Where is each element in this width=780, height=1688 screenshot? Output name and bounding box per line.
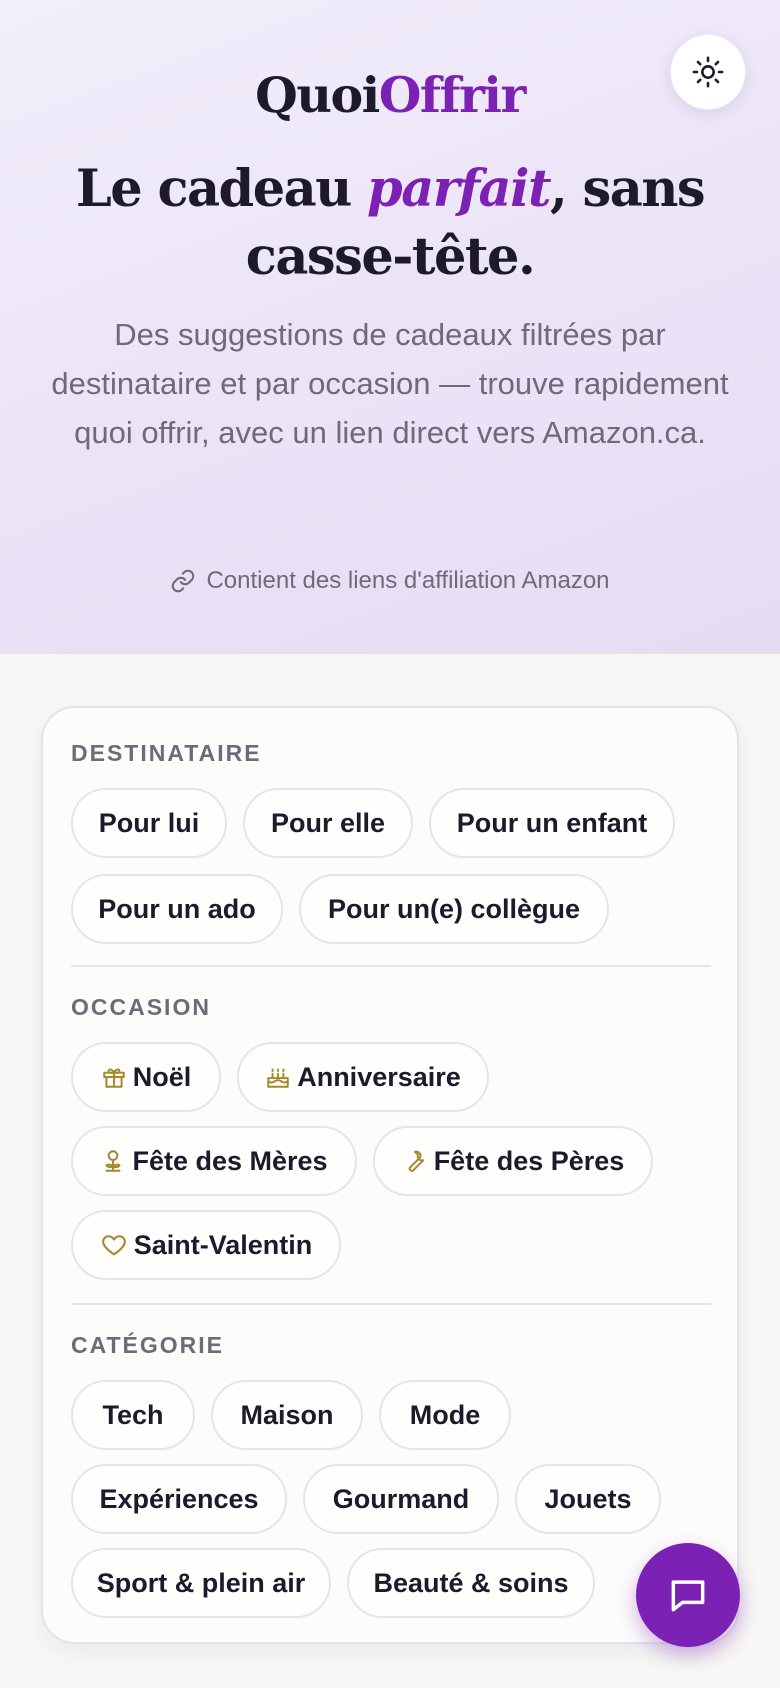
theme-toggle-button[interactable] [670,34,746,110]
chip-occasion-mothers-day[interactable]: Fête des Mères [71,1126,357,1196]
headline-before: Le cadeau [75,159,368,219]
chip-label: Noël [132,1061,192,1092]
chip-recipient-teen[interactable]: Pour un ado [71,874,283,944]
chip-recipient-child[interactable]: Pour un enfant [429,788,675,858]
occasion-section-label: OCCASION [71,994,211,1020]
hero-subtitle: Des suggestions de cadeaux filtrées par … [51,317,729,450]
chip-label: Anniversaire [297,1061,461,1092]
wrench-icon [408,1150,425,1172]
filters-card: DESTINATAIRE Pour lui Pour elle Pour un … [41,706,739,1644]
hero-headline: Le cadeau parfait, sans casse-tête. [40,155,740,291]
chip-recipient-him[interactable]: Pour lui [71,788,227,858]
section-divider [71,965,711,967]
chip-recipient-her[interactable]: Pour elle [243,788,413,858]
chip-occasion-valentines[interactable]: Saint-Valentin [71,1210,341,1280]
chip-recipient-colleague[interactable]: Pour un(e) collègue [299,874,609,944]
chip-label: Fête des Mères [132,1145,328,1176]
heart-icon [101,1235,126,1256]
chip-category-sport-outdoor[interactable]: Sport & plein air [71,1548,331,1618]
affiliate-note: Contient des liens d'affiliation Amazon [206,567,610,594]
hero-section: QuoiOffrir Le cadeau parfait, sans casse… [0,0,780,654]
chip-occasion-birthday[interactable]: Anniversaire [237,1042,489,1112]
flower-icon [105,1150,122,1172]
chip-label: Saint-Valentin [133,1229,313,1260]
chip-category-home[interactable]: Maison [211,1380,363,1450]
chat-button[interactable] [636,1543,740,1647]
section-divider [71,1303,711,1305]
chip-category-beauty-care[interactable]: Beauté & soins [347,1548,595,1618]
gift-icon [103,1068,125,1088]
recipient-section-label: DESTINATAIRE [71,740,262,766]
brand-logo[interactable]: QuoiOffrir [0,60,780,130]
chat-bubble-icon [671,1580,705,1612]
chip-category-experiences[interactable]: Expériences [71,1464,287,1534]
chip-category-tech[interactable]: Tech [71,1380,195,1450]
sun-icon [692,56,724,88]
category-section-label: CATÉGORIE [71,1332,225,1358]
chip-category-toys[interactable]: Jouets [515,1464,661,1534]
headline-emphasis: parfait [367,159,552,219]
chip-occasion-christmas[interactable]: Noël [71,1042,221,1112]
chip-label: Fête des Pères [433,1145,625,1176]
cake-icon [267,1068,289,1088]
chip-category-fashion[interactable]: Mode [379,1380,511,1450]
chip-occasion-fathers-day[interactable]: Fête des Pères [373,1126,653,1196]
chip-category-gourmet[interactable]: Gourmand [303,1464,499,1534]
link-icon [172,569,195,593]
affiliate-disclaimer: Contient des liens d'affiliation Amazon [0,566,780,596]
brand-logo-part2: Offrir [378,66,527,124]
brand-logo-part1: Quoi [255,66,380,124]
